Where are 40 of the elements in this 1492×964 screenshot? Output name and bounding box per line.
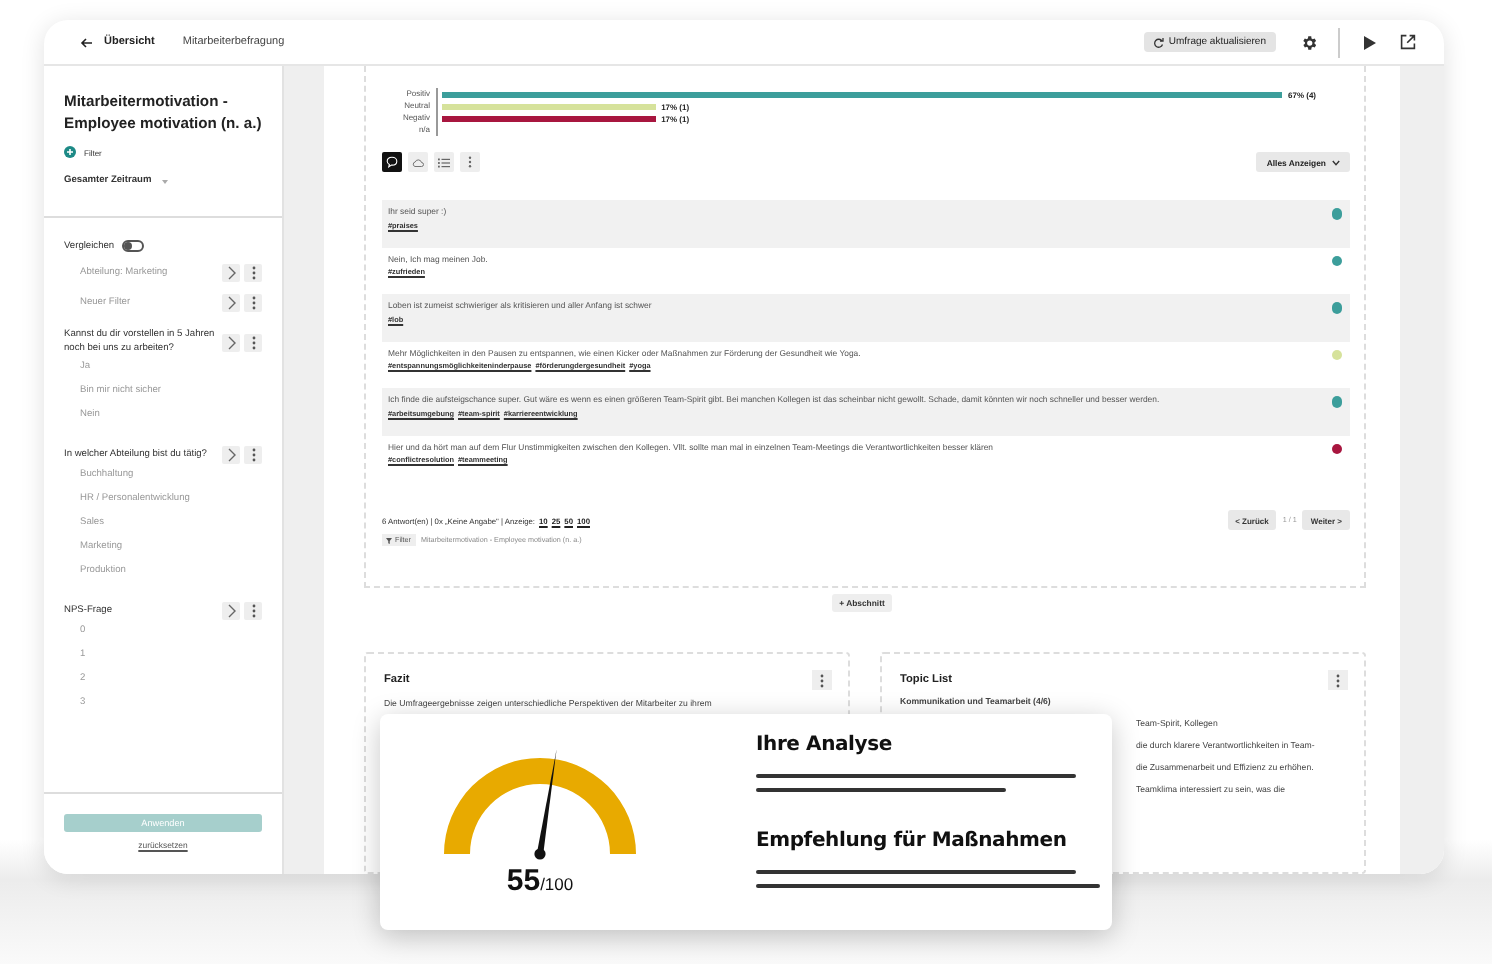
score-text: 55/100 — [506, 864, 574, 898]
view-toggle[interactable] — [460, 152, 480, 172]
settings-button[interactable] — [1300, 33, 1318, 51]
settings-icon — [1300, 33, 1318, 51]
speech-bubble-icon — [386, 156, 398, 168]
expand-button[interactable] — [222, 263, 240, 281]
chevron-right-icon — [227, 447, 235, 461]
section-heading: Empfehlung für Maßnahmen — [756, 830, 1069, 852]
chevron-right-icon — [227, 335, 235, 349]
compare-toggle[interactable] — [122, 240, 145, 252]
chevron-right-icon — [227, 265, 235, 279]
play-button[interactable] — [1364, 35, 1376, 49]
plus-circle-icon — [64, 146, 76, 158]
funnel-icon — [386, 537, 392, 543]
more-button[interactable] — [244, 333, 262, 351]
more-button[interactable] — [1328, 670, 1348, 690]
refresh-icon — [1154, 37, 1165, 47]
chevron-down-icon — [1332, 159, 1340, 165]
external-link-icon — [1400, 34, 1416, 50]
open-external-button[interactable] — [1400, 34, 1416, 50]
more-button[interactable] — [244, 263, 262, 281]
cloud-icon — [412, 157, 424, 167]
expand-button[interactable] — [222, 601, 240, 619]
section-heading: Ihre Analyse — [756, 734, 894, 756]
more-button[interactable] — [244, 601, 262, 619]
caret-down-icon — [161, 179, 168, 183]
chevron-right-icon — [227, 603, 235, 617]
more-button[interactable] — [244, 445, 262, 463]
expand-button[interactable] — [222, 293, 240, 311]
play-icon — [1364, 35, 1376, 49]
expand-button[interactable] — [222, 333, 240, 351]
view-toggle[interactable] — [408, 152, 428, 172]
more-button[interactable] — [244, 293, 262, 311]
expand-button[interactable] — [222, 445, 240, 463]
more-button[interactable] — [812, 670, 832, 690]
list-icon — [438, 157, 450, 167]
view-toggle[interactable] — [434, 152, 454, 172]
view-toggle[interactable] — [382, 152, 402, 172]
arrow-left-icon — [80, 37, 92, 47]
chevron-right-icon — [227, 295, 235, 309]
